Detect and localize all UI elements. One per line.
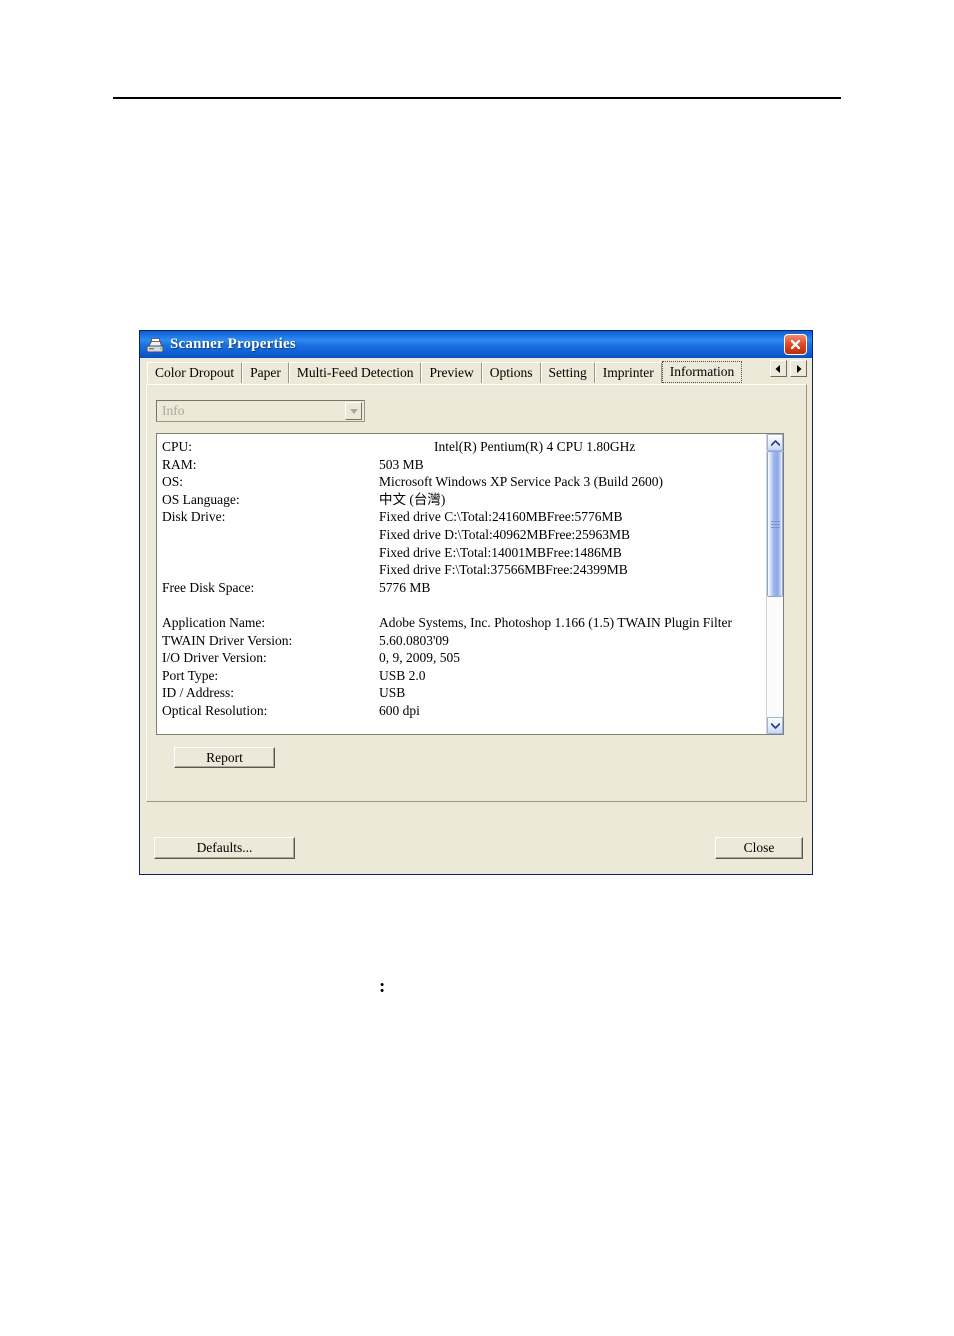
info-row: RAM: 503 MB <box>162 456 766 474</box>
dialog-title: Scanner Properties <box>170 336 784 353</box>
info-value: 中文 (台灣) <box>379 491 766 509</box>
info-value: USB 2.0 <box>379 667 766 685</box>
info-key: ID / Address: <box>162 684 379 702</box>
info-row: Port Type: USB 2.0 <box>162 667 766 685</box>
info-value: Adobe Systems, Inc. Photoshop 1.166 (1.5… <box>379 614 766 632</box>
scanner-properties-dialog: Scanner Properties Color Dropout Paper M… <box>139 330 813 875</box>
info-row: Free Disk Space: 5776 MB <box>162 579 766 597</box>
info-value: Fixed drive C:\Total:24160MBFree:5776MB <box>379 508 766 526</box>
info-row: CPU: Intel(R) Pentium(R) 4 CPU 1.80GHz <box>162 438 766 456</box>
info-dropdown-value: Info <box>157 403 345 419</box>
page-header-rule <box>113 97 841 99</box>
tab-options[interactable]: Options <box>482 362 541 383</box>
info-key: OS Language: <box>162 491 379 509</box>
info-key <box>162 526 379 544</box>
info-key: Application Name: <box>162 614 379 632</box>
info-row: I/O Driver Version: 0, 9, 2009, 505 <box>162 649 766 667</box>
chevron-down-icon[interactable] <box>345 402 362 420</box>
tab-setting[interactable]: Setting <box>541 362 595 383</box>
scrollbar-thumb[interactable] <box>767 451 783 597</box>
info-key: Port Type: <box>162 667 379 685</box>
info-row: Fixed drive E:\Total:14001MBFree:1486MB <box>162 544 766 562</box>
scrollbar-grip-icon <box>771 519 780 530</box>
info-key: Optical Resolution: <box>162 702 379 720</box>
tab-paper[interactable]: Paper <box>242 362 289 383</box>
info-key: OS: <box>162 473 379 491</box>
tab-information[interactable]: Information <box>662 361 742 383</box>
info-row: ID / Address: USB <box>162 684 766 702</box>
dialog-titlebar: Scanner Properties <box>140 331 812 358</box>
close-icon[interactable] <box>784 334 807 355</box>
system-info-rows: CPU: Intel(R) Pentium(R) 4 CPU 1.80GHz R… <box>157 434 766 734</box>
info-dropdown[interactable]: Info <box>156 400 365 422</box>
info-key <box>162 561 379 579</box>
triangle-right-icon[interactable] <box>790 360 807 377</box>
info-key: RAM: <box>162 456 379 474</box>
chevron-down-icon[interactable] <box>767 717 783 734</box>
scrollbar-track[interactable] <box>767 451 783 717</box>
info-value: 5.60.0803'09 <box>379 632 766 650</box>
info-key <box>162 596 379 614</box>
report-button[interactable]: Report <box>174 747 275 768</box>
info-key <box>162 544 379 562</box>
triangle-left-icon[interactable] <box>770 360 787 377</box>
info-row-spacer <box>162 596 766 614</box>
info-value: 503 MB <box>379 456 766 474</box>
info-value: 5776 MB <box>379 579 766 597</box>
page-colon-mark: : <box>379 977 385 996</box>
info-value: Fixed drive E:\Total:14001MBFree:1486MB <box>379 544 766 562</box>
info-row: OS: Microsoft Windows XP Service Pack 3 … <box>162 473 766 491</box>
scanner-icon <box>145 337 165 355</box>
info-row: Optical Resolution: 600 dpi <box>162 702 766 720</box>
system-info-list: CPU: Intel(R) Pentium(R) 4 CPU 1.80GHz R… <box>156 433 784 735</box>
info-key: TWAIN Driver Version: <box>162 632 379 650</box>
tab-preview[interactable]: Preview <box>421 362 481 383</box>
info-value: Fixed drive F:\Total:37566MBFree:24399MB <box>379 561 766 579</box>
info-key: I/O Driver Version: <box>162 649 379 667</box>
info-key: Free Disk Space: <box>162 579 379 597</box>
info-key: Disk Drive: <box>162 508 379 526</box>
info-row: OS Language: 中文 (台灣) <box>162 491 766 509</box>
info-value: Intel(R) Pentium(R) 4 CPU 1.80GHz <box>379 438 766 456</box>
info-value: 600 dpi <box>379 702 766 720</box>
info-value: Fixed drive D:\Total:40962MBFree:25963MB <box>379 526 766 544</box>
info-value: USB <box>379 684 766 702</box>
info-list-scrollbar[interactable] <box>766 434 783 734</box>
info-value: Microsoft Windows XP Service Pack 3 (Bui… <box>379 473 766 491</box>
tab-multi-feed-detection[interactable]: Multi-Feed Detection <box>289 362 422 383</box>
info-value: 0, 9, 2009, 505 <box>379 649 766 667</box>
info-key: CPU: <box>162 438 379 456</box>
tab-imprinter[interactable]: Imprinter <box>595 362 662 383</box>
chevron-up-icon[interactable] <box>767 434 783 451</box>
info-row: Disk Drive: Fixed drive C:\Total:24160MB… <box>162 508 766 526</box>
info-row: Fixed drive D:\Total:40962MBFree:25963MB <box>162 526 766 544</box>
tab-strip: Color Dropout Paper Multi-Feed Detection… <box>140 358 812 383</box>
defaults-button[interactable]: Defaults... <box>154 837 295 859</box>
info-row: Application Name: Adobe Systems, Inc. Ph… <box>162 614 766 632</box>
info-value <box>379 596 766 614</box>
tab-scroll-buttons <box>770 360 807 377</box>
tab-color-dropout[interactable]: Color Dropout <box>147 362 242 383</box>
information-tab-panel: Info CPU: Intel(R) Pentium(R) 4 CPU 1.80… <box>146 384 807 802</box>
close-button[interactable]: Close <box>715 837 803 859</box>
info-row: Fixed drive F:\Total:37566MBFree:24399MB <box>162 561 766 579</box>
info-row: TWAIN Driver Version: 5.60.0803'09 <box>162 632 766 650</box>
